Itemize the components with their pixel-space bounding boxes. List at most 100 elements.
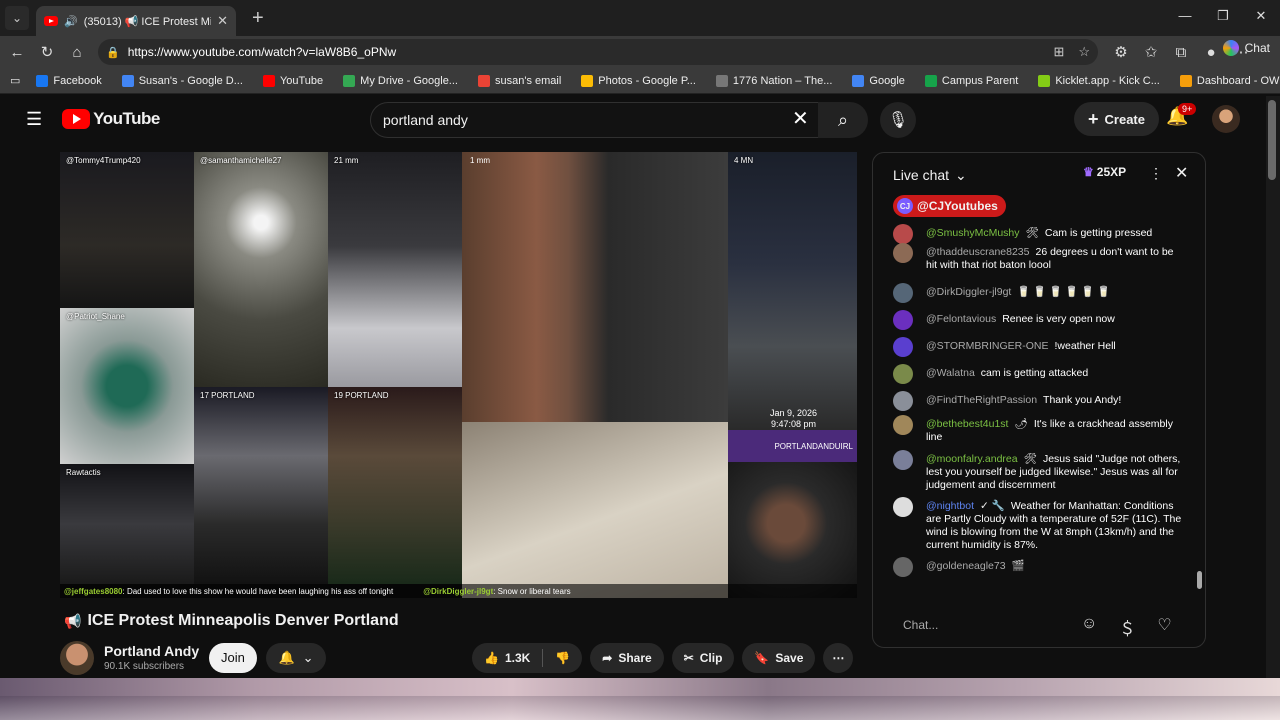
page-scrollbar[interactable] xyxy=(1266,96,1280,678)
site-info-lock-icon[interactable]: 🔒 xyxy=(106,46,120,59)
chat-message[interactable]: @bethebest4u1st 🌶 It's like a crackhead as… xyxy=(893,415,1183,444)
chat-message[interactable]: @SmushyMcMushy 🛠 Cam is getting pressed xyxy=(893,224,1183,244)
account-avatar[interactable] xyxy=(1212,105,1240,133)
chat-author-name[interactable]: @goldeneagle73 xyxy=(926,560,1006,572)
chat-author-avatar[interactable] xyxy=(893,364,913,384)
chat-scrollbar[interactable] xyxy=(1199,229,1205,599)
chat-author-avatar[interactable] xyxy=(893,243,913,263)
channel-avatar[interactable] xyxy=(60,641,94,675)
channel-name[interactable]: Portland Andy xyxy=(104,643,199,659)
bookmark-item[interactable]: Campus Parent xyxy=(915,74,1028,87)
chat-message[interactable]: @DirkDiggler-jl9gt 🥛 🥛 🥛 🥛 🥛 🥛 xyxy=(893,283,1183,303)
address-bar[interactable]: 🔒 https://www.youtube.com/watch?v=laW8B6… xyxy=(98,39,1098,65)
bookmark-item[interactable]: Facebook xyxy=(26,74,111,87)
chat-message[interactable]: @thaddeuscrane8235 26 degrees u don't wan… xyxy=(893,243,1183,272)
chat-author-name[interactable]: @STORMBRINGER-ONE xyxy=(926,340,1048,352)
browser-tab-active[interactable]: 🔊 (35013) 📢 ICE Protest Minne ✕ xyxy=(36,6,236,36)
chat-menu-icon[interactable]: ⋮ xyxy=(1149,165,1163,182)
share-button[interactable]: ➦ Share xyxy=(590,643,664,673)
apps-grid-icon[interactable]: ⊞ xyxy=(1053,44,1064,60)
sidebar-toggle-icon[interactable]: ▭ xyxy=(0,74,26,87)
bookmark-item[interactable]: Dashboard - OWN... xyxy=(1170,74,1280,87)
chat-placeholder: Chat... xyxy=(903,618,939,632)
join-button[interactable]: Join xyxy=(209,643,257,673)
video-player[interactable]: @Tommy4Trump420 @samanthamichelle27 21 m… xyxy=(60,152,857,598)
new-tab-plus-icon[interactable]: + xyxy=(252,7,264,30)
chat-message-text: cam is getting attacked xyxy=(980,367,1089,379)
dislike-button[interactable]: 👎 xyxy=(543,643,582,673)
bookmark-item[interactable]: Google xyxy=(842,74,914,87)
tab-list-chevron-icon[interactable]: ⌄ xyxy=(5,6,29,30)
chat-author-name[interactable]: @Walatna xyxy=(926,367,975,379)
chat-author-avatar[interactable] xyxy=(893,557,913,577)
bookmark-item[interactable]: My Drive - Google... xyxy=(333,74,468,87)
favorites-icon[interactable]: ✩ xyxy=(1136,43,1166,61)
more-actions-button[interactable]: ⋯ xyxy=(823,643,854,673)
chat-author-name[interactable]: @thaddeuscrane8235 xyxy=(926,246,1030,258)
search-input[interactable]: portland andy xyxy=(370,102,820,138)
chat-author-avatar[interactable] xyxy=(893,497,913,517)
bookmark-item[interactable]: Kicklet.app - Kick C... xyxy=(1028,74,1170,87)
home-icon[interactable]: ⌂ xyxy=(62,44,92,61)
search-button[interactable]: ⌕ xyxy=(818,102,868,138)
chat-message[interactable]: @Walatna cam is getting attacked xyxy=(893,364,1183,384)
page-scroll-thumb[interactable] xyxy=(1268,100,1276,180)
heart-icon[interactable]: ♡ xyxy=(1157,615,1171,639)
close-chat-icon[interactable]: ✕ xyxy=(1175,163,1188,183)
subscription-notifications-button[interactable]: 🔔 ⌄ xyxy=(266,643,326,673)
bookmark-item[interactable]: YouTube xyxy=(253,74,333,87)
chat-author-name[interactable]: @moonfalry.andrea xyxy=(926,453,1018,465)
chat-message[interactable]: @Felontavious Renee is very open now xyxy=(893,310,1183,330)
chat-message[interactable]: @goldeneagle73 🎬 xyxy=(893,557,1183,577)
create-button[interactable]: + Create xyxy=(1074,102,1159,136)
save-button[interactable]: 🔖 Save xyxy=(742,643,816,673)
pinned-user-chip[interactable]: CJ @CJYoutubes xyxy=(893,195,1006,217)
chat-message-text: 🥛 🥛 🥛 🥛 🥛 🥛 xyxy=(1017,286,1111,298)
bookmark-item[interactable]: susan's email xyxy=(468,74,571,87)
chat-message[interactable]: @moonfalry.andrea 🛠 Jesus said "Judge not … xyxy=(893,450,1183,492)
audio-playing-icon[interactable]: 🔊 xyxy=(64,15,78,28)
chat-author-avatar[interactable] xyxy=(893,450,913,470)
chat-author-name[interactable]: @bethebest4u1st xyxy=(926,418,1008,430)
emoji-icon[interactable]: ☺ xyxy=(1081,615,1097,639)
xp-badge[interactable]: ♛ 25XP xyxy=(1083,165,1126,179)
youtube-logo[interactable]: YouTube xyxy=(62,109,160,129)
chat-author-name[interactable]: @DirkDiggler-jl9gt xyxy=(926,286,1011,298)
back-arrow-icon[interactable]: ← xyxy=(2,44,32,61)
chat-author-avatar[interactable] xyxy=(893,337,913,357)
chat-scroll-thumb[interactable] xyxy=(1197,571,1202,589)
collections-icon[interactable]: ⧉ xyxy=(1166,44,1196,61)
bookmark-item[interactable]: Susan's - Google D... xyxy=(112,74,253,87)
reload-icon[interactable]: ↻ xyxy=(32,43,62,61)
chat-message-list[interactable]: @SmushyMcMushy 🛠 Cam is getting pressed @th… xyxy=(873,224,1193,599)
clear-search-icon[interactable]: ✕ xyxy=(792,106,809,131)
bookmark-item[interactable]: Photos - Google P... xyxy=(571,74,706,87)
chat-author-avatar[interactable] xyxy=(893,415,913,435)
chat-author-name[interactable]: @nightbot xyxy=(926,500,974,512)
like-button[interactable]: 👍 1.3K xyxy=(472,643,542,673)
minimize-icon[interactable]: — xyxy=(1166,0,1204,32)
profile-avatar-icon[interactable]: ● xyxy=(1196,44,1226,61)
chat-message[interactable]: @FindTheRightPassion Thank you Andy! xyxy=(893,391,1183,411)
clip-button[interactable]: ✂ Clip xyxy=(671,643,735,673)
chat-author-avatar[interactable] xyxy=(893,391,913,411)
super-chat-icon[interactable]: ＄ xyxy=(1119,615,1135,639)
bookmark-item[interactable]: 1776 Nation – The... xyxy=(706,74,842,87)
chat-author-avatar[interactable] xyxy=(893,310,913,330)
chat-message[interactable]: @nightbot ✓ 🔧 Weather for Manhattan: Condi… xyxy=(893,497,1183,552)
chat-author-name[interactable]: @SmushyMcMushy xyxy=(926,227,1020,239)
chat-input[interactable]: Chat... xyxy=(889,611,1099,639)
extensions-icon[interactable]: ⚙ xyxy=(1106,43,1136,61)
chat-author-name[interactable]: @Felontavious xyxy=(926,313,996,325)
maximize-icon[interactable]: ❐ xyxy=(1204,0,1242,32)
chat-author-name[interactable]: @FindTheRightPassion xyxy=(926,394,1037,406)
chat-author-avatar[interactable] xyxy=(893,283,913,303)
menu-hamburger-icon[interactable]: ☰ xyxy=(26,109,42,130)
copilot-chat-button[interactable]: Chat xyxy=(1222,40,1270,56)
tab-close-icon[interactable]: ✕ xyxy=(217,13,228,29)
close-window-icon[interactable]: ✕ xyxy=(1242,0,1280,32)
favorite-star-icon[interactable]: ☆ xyxy=(1078,44,1090,60)
voice-search-mic-icon[interactable]: 🎙 xyxy=(880,102,916,138)
chat-author-avatar[interactable] xyxy=(893,224,913,244)
chat-message[interactable]: @STORMBRINGER-ONE !weather Hell xyxy=(893,337,1183,357)
